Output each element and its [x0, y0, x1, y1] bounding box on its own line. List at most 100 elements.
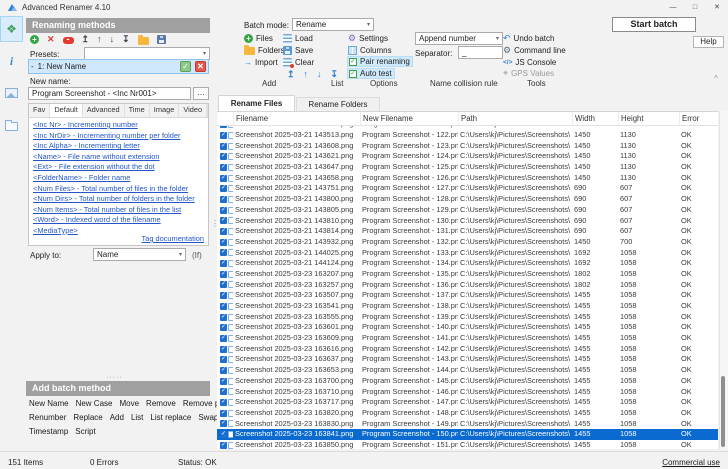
row-checkbox[interactable]	[220, 346, 227, 353]
table-row[interactable]: Screenshot 2025-03-23 163830.png Program…	[217, 419, 718, 430]
header-path[interactable]: Path	[458, 112, 572, 125]
method-apply-checkbox[interactable]	[180, 61, 191, 72]
batch-method-link[interactable]: Replace	[73, 413, 102, 422]
method-delete-button[interactable]	[195, 61, 206, 72]
table-row[interactable]: Screenshot 2025-03-21 143814.png Program…	[217, 226, 718, 237]
tag-link[interactable]: <Inc Alpha> - Incrementing letter	[33, 141, 208, 152]
save-button[interactable]: Save	[283, 45, 313, 56]
help-button[interactable]: Help	[693, 36, 724, 48]
table-row[interactable]: Screenshot 2025-03-23 163555.png Program…	[217, 312, 718, 323]
tag-tab[interactable]: Image	[150, 104, 180, 117]
row-checkbox[interactable]	[220, 185, 227, 192]
batch-method-link[interactable]: Timestamp	[29, 427, 68, 436]
table-row[interactable]: Screenshot 2025-03-23 163207.png Program…	[217, 269, 718, 280]
start-batch-button[interactable]: Start batch	[612, 17, 696, 32]
maximize-button[interactable]	[684, 0, 706, 15]
delete-method-icon[interactable]	[47, 35, 55, 44]
batch-method-link[interactable]: Remove	[146, 399, 176, 408]
columns-button[interactable]: Columns	[348, 45, 392, 56]
batch-method-link[interactable]: List replace	[150, 413, 191, 422]
batch-method-link[interactable]: Add	[110, 413, 124, 422]
tag-link[interactable]: <Word> - Indexed word of the filename	[33, 215, 208, 226]
row-checkbox[interactable]	[220, 292, 227, 299]
tag-link[interactable]: <Ext> - File extension without the dot	[33, 162, 208, 173]
row-checkbox[interactable]	[220, 367, 227, 374]
undo-batch-button[interactable]: Undo batch	[503, 33, 554, 44]
batch-method-link[interactable]: Renumber	[29, 413, 66, 422]
table-row[interactable]: Screenshot 2025-03-21 143647.png Program…	[217, 162, 718, 173]
table-row[interactable]: Screenshot 2025-03-21 143608.png Program…	[217, 141, 718, 152]
separator-input[interactable]: _	[458, 46, 503, 59]
table-row[interactable]: Screenshot 2025-03-23 163710.png Program…	[217, 387, 718, 398]
batch-method-splitter-handle[interactable]	[106, 374, 123, 381]
table-row[interactable]: Screenshot 2025-03-23 163653.png Program…	[217, 365, 718, 376]
new-name-input[interactable]: Program Screenshot - <Inc Nr001>	[28, 87, 191, 100]
tab-rename-files[interactable]: Rename Files	[218, 95, 295, 112]
move-up-icon[interactable]	[97, 34, 102, 44]
row-checkbox[interactable]	[220, 378, 227, 385]
image-panel-button[interactable]	[0, 80, 23, 106]
batch-method-link[interactable]: New Name	[29, 399, 69, 408]
row-checkbox[interactable]	[220, 196, 227, 203]
files-button[interactable]: Files	[244, 33, 273, 44]
batch-method-link[interactable]: Script	[75, 427, 95, 436]
batch-method-link[interactable]: New Case	[76, 399, 113, 408]
collision-rule-combo[interactable]: Append number	[415, 32, 503, 45]
row-checkbox[interactable]	[220, 324, 227, 331]
move-bottom-icon[interactable]	[122, 34, 130, 44]
methods-panel-button[interactable]	[0, 16, 23, 42]
move-file-up-icon[interactable]	[304, 69, 309, 79]
row-checkbox[interactable]	[220, 314, 227, 321]
tag-link[interactable]: <Num Dirs> - Total number of folders in …	[33, 194, 208, 205]
tag-tab[interactable]: Fav	[29, 104, 50, 117]
row-checkbox[interactable]	[220, 431, 227, 438]
table-row[interactable]: Screenshot 2025-03-23 163601.png Program…	[217, 322, 718, 333]
minimize-button[interactable]	[662, 0, 684, 15]
tag-link[interactable]: <Num Files> - Total number of files in t…	[33, 184, 208, 195]
js-console-button[interactable]: JS Console	[503, 57, 556, 68]
collapse-toolbar-icon[interactable]	[714, 74, 718, 83]
row-checkbox[interactable]	[220, 399, 227, 406]
row-checkbox[interactable]	[220, 228, 227, 235]
commercial-use-link[interactable]: Commercial use	[662, 458, 720, 467]
row-checkbox[interactable]	[220, 271, 227, 278]
settings-button[interactable]: Settings	[348, 33, 388, 44]
if-link[interactable]: (If)	[192, 251, 202, 260]
move-file-down-icon[interactable]	[317, 69, 322, 79]
tag-link[interactable]: <Name> - File name without extension	[33, 152, 208, 163]
auto-test-toggle[interactable]: Auto test	[347, 68, 395, 79]
tag-tab[interactable]: Default	[50, 104, 82, 117]
table-row[interactable]: Screenshot 2025-03-23 163820.png Program…	[217, 408, 718, 419]
table-row[interactable]: Screenshot 2025-03-21 143658.png Program…	[217, 173, 718, 184]
tag-link[interactable]: <Inc Nr> - Incrementing number	[33, 120, 208, 131]
tag-link[interactable]: <Inc NrDir> - Incrementing number per fo…	[33, 131, 208, 142]
command-line-button[interactable]: Command line	[503, 45, 566, 56]
table-row[interactable]: Screenshot 2025-03-21 143751.png Program…	[217, 183, 718, 194]
gps-values-button[interactable]: GPS Values	[503, 68, 554, 79]
row-checkbox[interactable]	[220, 335, 227, 342]
folders-button[interactable]: Folders	[244, 45, 285, 56]
header-width[interactable]: Width	[572, 112, 618, 125]
tab-rename-folders[interactable]: Rename Folders	[296, 97, 380, 112]
close-button[interactable]	[706, 0, 728, 15]
batch-method-link[interactable]: Move	[119, 399, 139, 408]
save-preset-icon[interactable]	[157, 35, 166, 44]
move-file-bottom-icon[interactable]	[331, 69, 339, 79]
table-row[interactable]: Screenshot 2025-03-23 163841.png Program…	[217, 429, 718, 440]
folder-panel-button[interactable]	[0, 112, 23, 138]
tag-tab[interactable]: Advanced	[83, 104, 125, 117]
open-preset-icon[interactable]	[138, 37, 149, 45]
tag-documentation-link[interactable]: Tag documentation	[142, 234, 204, 243]
tag-tab[interactable]: Time	[125, 104, 150, 117]
batch-mode-combo[interactable]: Rename	[292, 18, 374, 31]
table-row[interactable]: Screenshot 2025-03-23 163257.png Program…	[217, 280, 718, 291]
batch-method-link[interactable]: List	[131, 413, 143, 422]
table-row[interactable]: Screenshot 2025-03-21 143621.png Program…	[217, 151, 718, 162]
row-checkbox[interactable]	[220, 442, 227, 449]
header-filename[interactable]: Filename	[233, 112, 360, 125]
table-row[interactable]: Screenshot 2025-03-21 144025.png Program…	[217, 248, 718, 259]
header-height[interactable]: Height	[618, 112, 679, 125]
more-button[interactable]	[193, 87, 209, 100]
move-file-top-icon[interactable]	[287, 69, 295, 79]
table-row[interactable]: Screenshot 2025-03-21 144124.png Program…	[217, 258, 718, 269]
